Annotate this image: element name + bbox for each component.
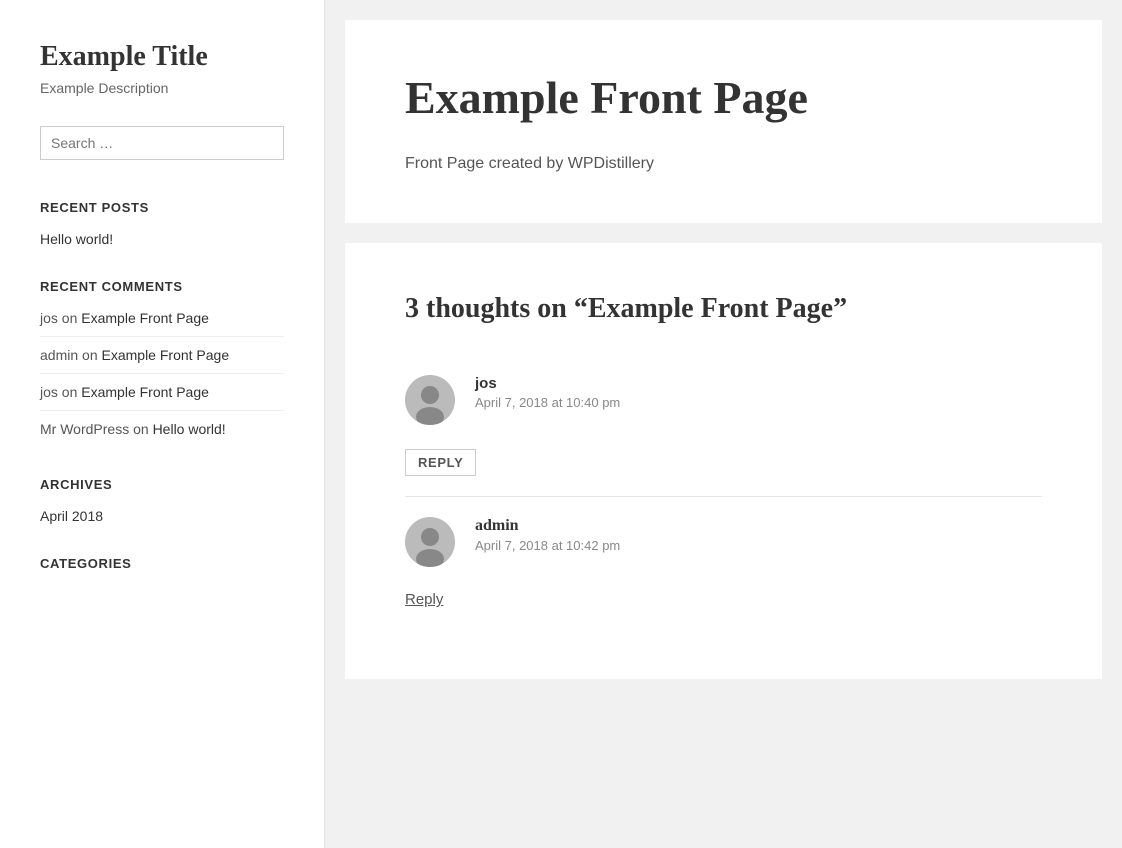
page-title: Example Front Page [405,70,1042,125]
comment-post-link[interactable]: Hello world! [153,421,226,437]
comment-author-text: jos [40,384,58,400]
comments-list: jos April 7, 2018 at 10:40 pm REPLY [405,355,1042,629]
site-header: Example Title Example Description [40,40,284,96]
comment: admin April 7, 2018 at 10:42 pm Reply [405,497,1042,629]
search-box [40,126,284,160]
archives-list: April 2018 [40,508,284,526]
recent-posts-heading: Recent Posts [40,200,284,215]
main-content: Example Front Page Front Page created by… [325,0,1122,848]
archives-heading: Archives [40,477,284,492]
comment-author: jos [475,375,620,392]
comment-meta: jos April 7, 2018 at 10:40 pm [475,375,620,410]
list-item: jos on Example Front Page [40,310,284,337]
front-page-card: Example Front Page Front Page created by… [345,20,1102,223]
avatar [405,375,455,425]
comment-preposition: on [133,421,152,437]
comments-section: 3 thoughts on “Example Front Page” jos A… [345,243,1102,679]
reply-link[interactable]: Reply [405,591,443,608]
list-item: Hello world! [40,231,284,249]
recent-comments-heading: Recent Comments [40,279,284,294]
recent-comments-section: Recent Comments jos on Example Front Pag… [40,279,284,447]
categories-section: Categories [40,556,284,571]
recent-posts-section: Recent Posts Hello world! [40,200,284,249]
comment-header: jos April 7, 2018 at 10:40 pm [405,375,1042,425]
comment-post-link[interactable]: Example Front Page [81,384,209,400]
comment-preposition: on [62,310,81,326]
comment: jos April 7, 2018 at 10:40 pm REPLY [405,355,1042,497]
comment-meta: admin April 7, 2018 at 10:42 pm [475,517,620,553]
archive-link[interactable]: April 2018 [40,508,103,524]
list-item: jos on Example Front Page [40,384,284,411]
categories-heading: Categories [40,556,284,571]
comment-post-link[interactable]: Example Front Page [102,347,230,363]
reply-button[interactable]: REPLY [405,449,476,476]
comment-author-text: Mr WordPress [40,421,129,437]
comment-date: April 7, 2018 at 10:40 pm [475,395,620,410]
comment-preposition: on [62,384,81,400]
comment-header: admin April 7, 2018 at 10:42 pm [405,517,1042,567]
site-title: Example Title [40,40,284,74]
recent-post-link[interactable]: Hello world! [40,231,113,247]
list-item: Mr WordPress on Hello world! [40,421,284,447]
comment-post-link[interactable]: Example Front Page [81,310,209,326]
comment-author-text: admin [40,347,78,363]
list-item: April 2018 [40,508,284,526]
sidebar: Example Title Example Description Recent… [0,0,325,848]
recent-comments-list: jos on Example Front Page admin on Examp… [40,310,284,447]
recent-posts-list: Hello world! [40,231,284,249]
archives-section: Archives April 2018 [40,477,284,526]
comment-preposition: on [82,347,101,363]
comment-author[interactable]: admin [475,517,620,535]
comment-date: April 7, 2018 at 10:42 pm [475,538,620,553]
page-description: Front Page created by WPDistillery [405,155,1042,173]
site-description: Example Description [40,80,284,96]
list-item: admin on Example Front Page [40,347,284,374]
avatar [405,517,455,567]
comment-author-text: jos [40,310,58,326]
search-input[interactable] [40,126,284,160]
comments-heading: 3 thoughts on “Example Front Page” [405,293,1042,325]
